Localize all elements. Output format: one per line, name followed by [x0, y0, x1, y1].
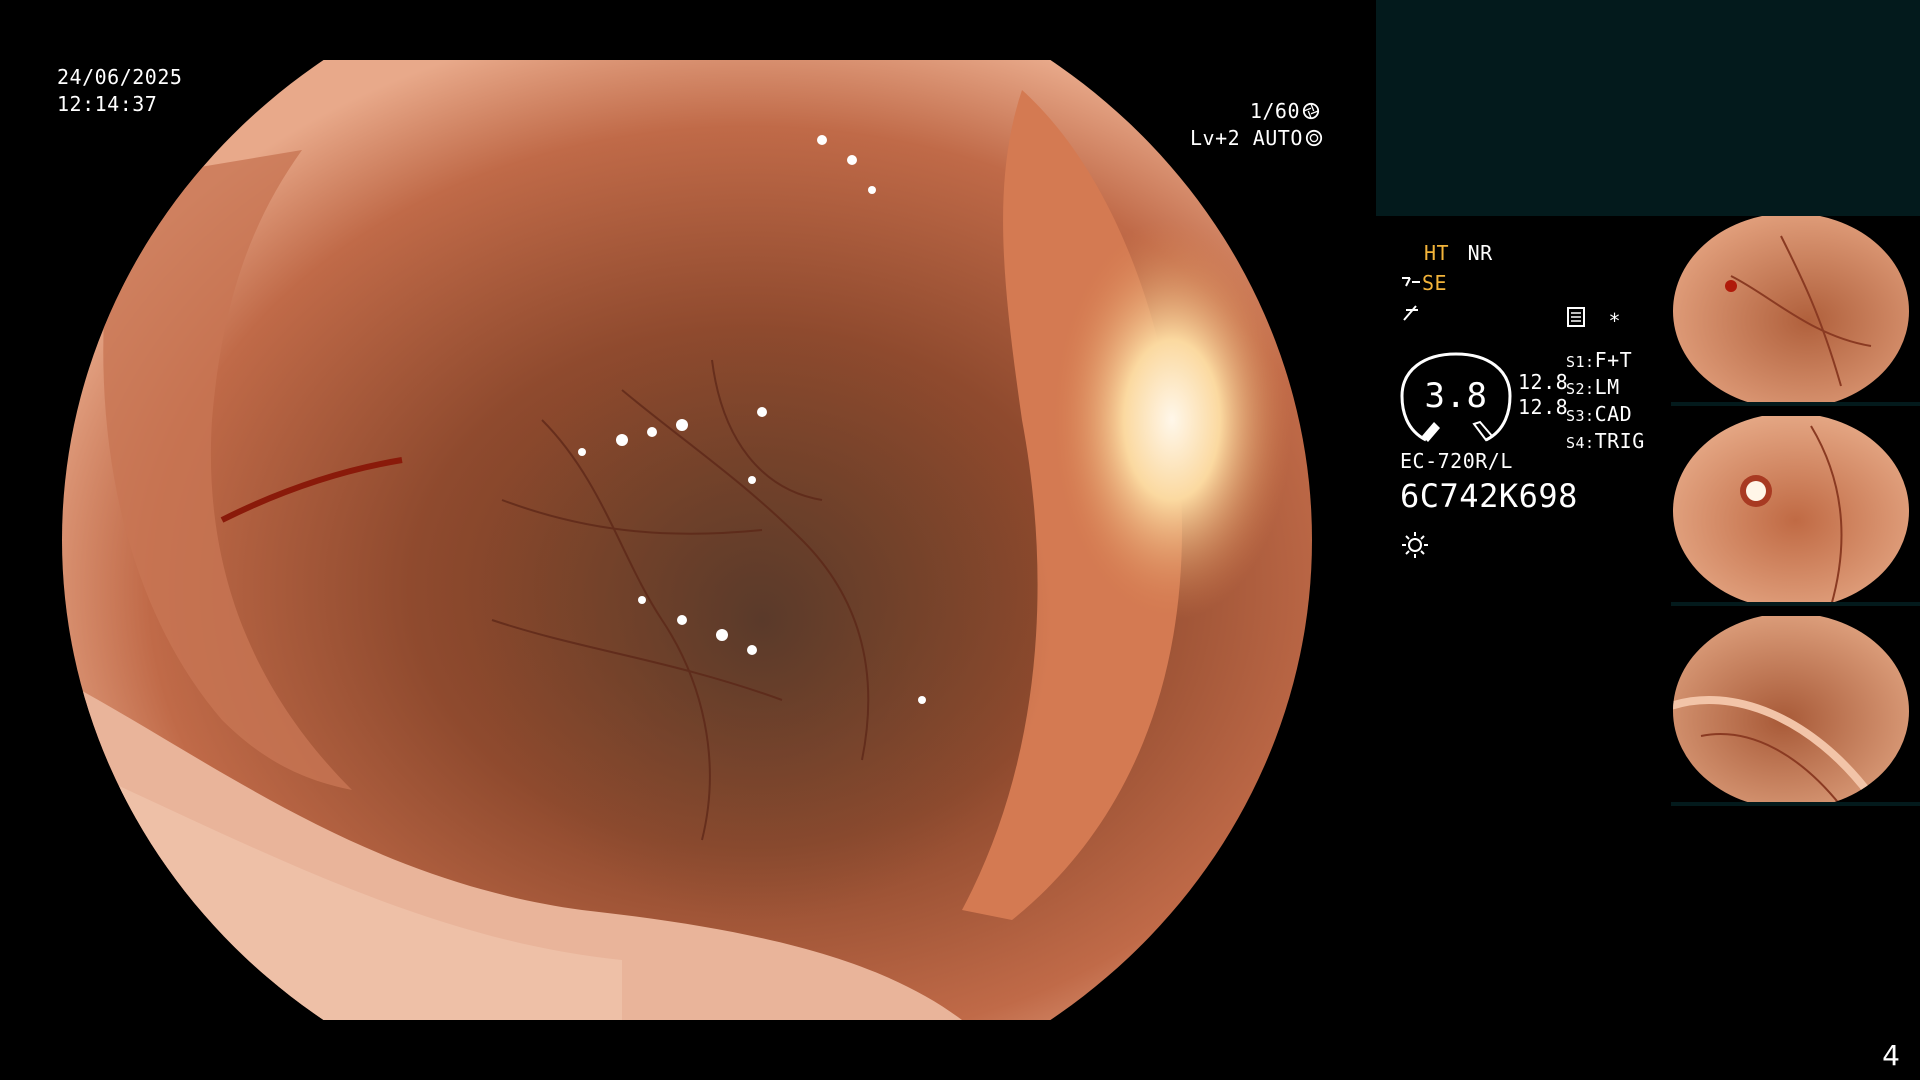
ht-indicator: HT	[1424, 241, 1450, 265]
color-icon	[1400, 302, 1422, 331]
structure-icon	[1400, 272, 1422, 290]
preset-item: S3:CAD	[1566, 402, 1633, 426]
endoscope-image	[62, 60, 1312, 1020]
thumbnail-3[interactable]	[1671, 616, 1920, 806]
enhancement-gauge: 3.8	[1400, 350, 1512, 444]
sun-icon	[1400, 530, 1430, 567]
star-indicator: *	[1608, 309, 1622, 333]
readout-2: 12.8	[1518, 395, 1569, 419]
page-number: 4	[1882, 1039, 1900, 1072]
nr-indicator: NR	[1467, 241, 1493, 265]
time-text: 12:14:37	[57, 92, 158, 116]
scope-model: EC-720R/L	[1400, 449, 1513, 473]
memo-icon	[1566, 306, 1586, 328]
datetime-overlay: 24/06/2025 12:14:37	[57, 64, 182, 118]
readout-1: 12.8	[1518, 370, 1569, 394]
se-indicator: SE	[1422, 271, 1448, 295]
preset-item: S4:TRIG	[1566, 429, 1645, 453]
shutter-text: 1/60	[1249, 99, 1300, 123]
preset-item: S1:F+T	[1566, 348, 1633, 372]
enhancement-value: 3.8	[1424, 376, 1488, 416]
level-mode-text: Lv+2 AUTO	[1190, 126, 1303, 150]
endoscope-view	[62, 60, 1312, 1020]
info-panel	[1376, 0, 1920, 216]
thumbnail-1[interactable]	[1671, 216, 1920, 406]
exposure-overlay: 1/60 Lv+2 AUTO	[1190, 98, 1323, 152]
date-text: 24/06/2025	[57, 65, 183, 89]
preset-item: S2:LM	[1566, 375, 1620, 399]
processor-status: HT NR SE * 3.8 12.8 12.8 S1:F+T S2:LM S3…	[1400, 240, 1660, 560]
preset-list: S1:F+T S2:LM S3:CAD S4:TRIG	[1566, 348, 1645, 456]
captured-thumbnails	[1671, 216, 1920, 816]
thumbnail-2[interactable]	[1671, 416, 1920, 606]
aperture-icon	[1302, 100, 1320, 120]
iris-icon	[1305, 127, 1323, 147]
scope-serial: 6C742K698	[1400, 477, 1578, 515]
